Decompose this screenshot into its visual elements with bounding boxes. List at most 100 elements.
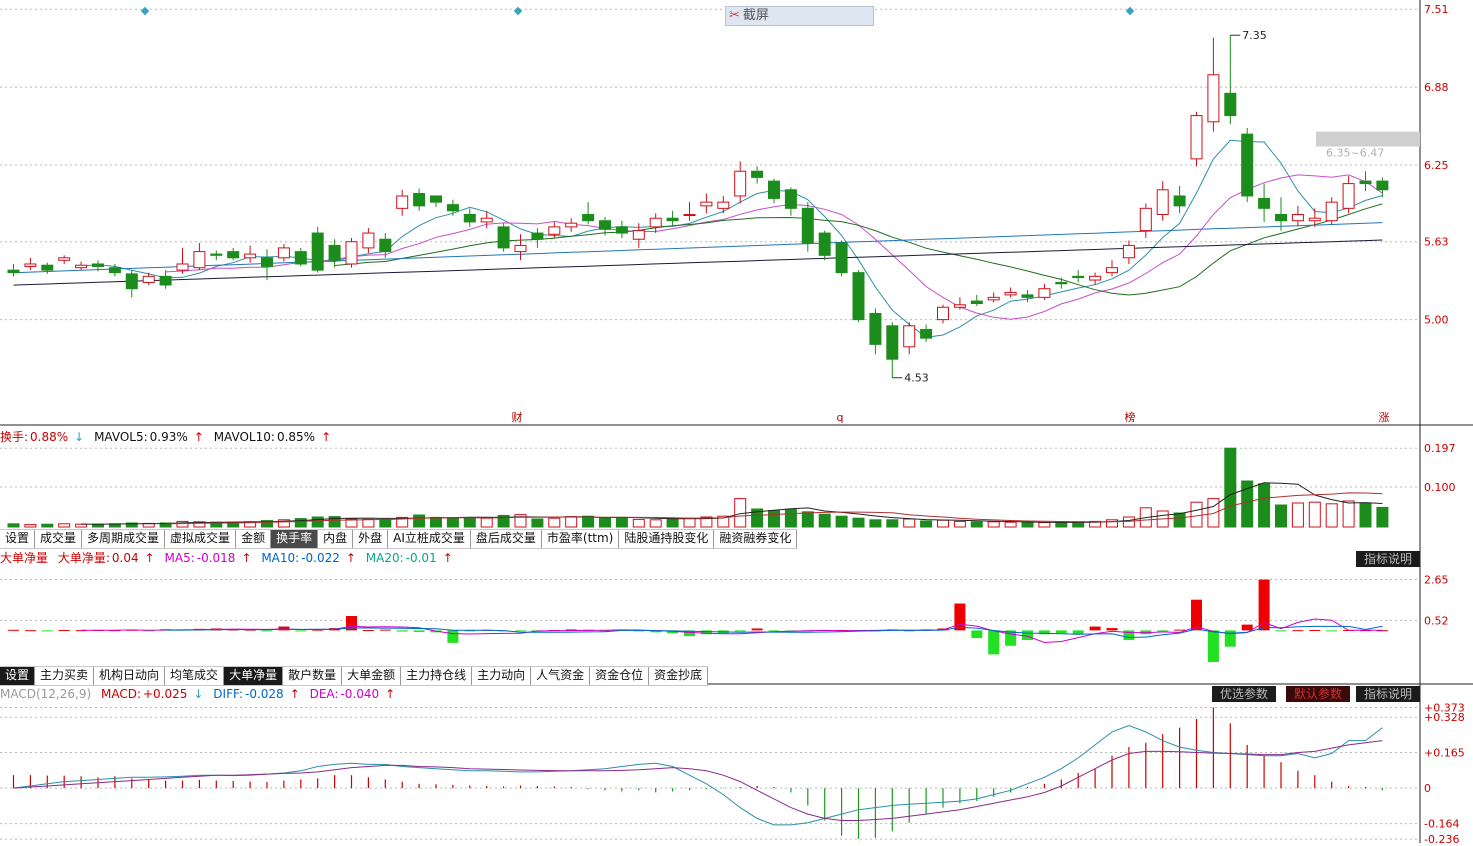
diff-value: -0.028: [245, 687, 284, 701]
candle-body: [937, 306, 949, 321]
netflow-bar: [1174, 629, 1186, 631]
tab-tabs1-8[interactable]: AI立桩成交量: [388, 530, 471, 548]
candle-body: [159, 275, 172, 286]
diff-arrow: ↑: [289, 687, 300, 701]
netflow-bar: [58, 630, 70, 632]
turnover-bar: [869, 519, 882, 528]
tab-tabs2-8[interactable]: 主力动向: [472, 667, 532, 685]
macd-y-tick: -0.236: [1424, 833, 1459, 843]
candle-body: [1122, 244, 1135, 259]
tab-tabs2-0[interactable]: 设置: [0, 667, 36, 685]
turnover-y-tick: 0.197: [1424, 442, 1456, 455]
tab-tabs1-1[interactable]: 成交量: [35, 530, 83, 548]
candle-body: [108, 267, 121, 274]
turnover-bar: [1376, 506, 1389, 528]
turnover-bar: [548, 517, 561, 528]
price-y-tick: 5.63: [1424, 236, 1449, 249]
mavol5-arrow: ↑: [193, 430, 204, 444]
turnover-bar: [480, 517, 493, 528]
turnover-bar: [1359, 502, 1372, 528]
candle-body: [1089, 275, 1102, 281]
candle-body: [768, 180, 780, 199]
candle-body: [784, 189, 797, 209]
screenshot-button[interactable]: ✂ 截屏: [725, 6, 874, 26]
tab-tabs1-12[interactable]: 融资融券变化: [714, 530, 798, 548]
candle-body: [480, 217, 493, 223]
tab-tabs1-2[interactable]: 多周期成交量: [82, 530, 166, 548]
screenshot-label: 截屏: [742, 8, 769, 23]
netflow-bar: [1326, 630, 1338, 632]
tab-tabs2-10[interactable]: 资金仓位: [590, 667, 650, 685]
ma60-line: [13, 222, 1383, 274]
candle-body: [176, 263, 189, 271]
candle-body: [1258, 197, 1271, 209]
tab-tabs2-11[interactable]: 资金抄底: [649, 667, 709, 685]
tab-tabs1-5[interactable]: 换手率: [271, 530, 319, 548]
tab-tabs1-10[interactable]: 市盈率(ttm): [542, 530, 620, 548]
candle-body: [666, 217, 679, 222]
tab-tabs2-9[interactable]: 人气资金: [531, 667, 591, 685]
netflow-bar: [1292, 630, 1304, 632]
netflow-value: 0.04: [111, 551, 139, 565]
tab-tabs1-7[interactable]: 外盘: [353, 530, 389, 548]
tab-tabs1-11[interactable]: 陆股通持股变化: [619, 530, 715, 548]
tab-tabs2-6[interactable]: 大单金额: [342, 667, 402, 685]
default-params-button[interactable]: 默认参数: [1286, 686, 1351, 702]
candle-body: [261, 257, 273, 267]
candle-body: [294, 251, 307, 265]
tab-tabs2-5[interactable]: 散户数量: [283, 667, 343, 685]
turnover-bar: [937, 519, 949, 528]
turnover-name: 换手:: [0, 430, 29, 444]
candle-body: [632, 230, 645, 240]
turnover-bar: [852, 517, 865, 528]
netflow-help-button[interactable]: 指标说明: [1356, 551, 1421, 567]
turnover-bar: [1325, 503, 1338, 528]
tab-tabs2-1[interactable]: 主力买卖: [35, 667, 95, 685]
candle-body: [244, 253, 257, 259]
tab-tabs2-7[interactable]: 主力持仓线: [401, 667, 473, 685]
indicator-tabs-capital: 设置 主力买卖 机构日动向 均笔成交 大单净量 散户数量 大单金额 主力持仓线 主力动向 人气资金…: [0, 666, 709, 686]
candle-body: [497, 226, 510, 249]
candle-body: [1342, 183, 1355, 209]
tab-tabs1-0[interactable]: 设置: [0, 530, 36, 548]
tab-tabs2-4[interactable]: 大单净量: [224, 667, 284, 685]
candle-body: [953, 304, 966, 308]
netflow-bar: [751, 628, 763, 631]
candle-body: [1359, 180, 1372, 185]
turnover-bar: [446, 517, 459, 528]
tab-tabs1-3[interactable]: 虚拟成交量: [165, 530, 237, 548]
candle-body: [565, 222, 578, 228]
indicator-tabs-volume: 设置 成交量 多周期成交量 虚拟成交量 金额 换手率 内盘 外盘 AI立桩成交量 盘后成交量 市盈率…: [0, 529, 798, 549]
turnover-bar: [430, 516, 442, 528]
candle-body: [835, 242, 848, 274]
candle-body: [818, 232, 831, 256]
turnover-bar: [1021, 522, 1034, 528]
candle-body: [548, 226, 561, 235]
turnover-bar: [632, 518, 645, 528]
candle-body: [1055, 282, 1068, 285]
event-marker: q: [837, 411, 844, 424]
netflow-bar: [1106, 628, 1118, 631]
turnover-bar: [903, 518, 916, 528]
event-marker: 榜: [1125, 410, 1136, 424]
candle-body: [142, 275, 155, 284]
tab-tabs1-9[interactable]: 盘后成交量: [471, 530, 542, 548]
candle-body: [193, 251, 206, 269]
range-band: [1316, 131, 1420, 147]
candle-body: [615, 226, 628, 234]
macd-help-button[interactable]: 指标说明: [1356, 686, 1421, 702]
turnover-bar: [768, 510, 780, 528]
candle-body: [1106, 267, 1118, 274]
candle-body: [1156, 189, 1169, 216]
netflow-name: 大单净量: [0, 551, 49, 565]
tab-tabs2-2[interactable]: 机构日动向: [94, 667, 166, 685]
optimized-params-button[interactable]: 优选参数: [1212, 686, 1277, 702]
turnover-bar: [413, 514, 426, 528]
netflow-bar: [1191, 599, 1202, 631]
tab-tabs1-6[interactable]: 内盘: [318, 530, 354, 548]
scissors-icon: ✂: [729, 8, 740, 23]
tab-tabs2-3[interactable]: 均笔成交: [165, 667, 225, 685]
candle-body: [970, 300, 983, 305]
candle-body: [1173, 195, 1186, 207]
tab-tabs1-4[interactable]: 金额: [236, 530, 272, 548]
